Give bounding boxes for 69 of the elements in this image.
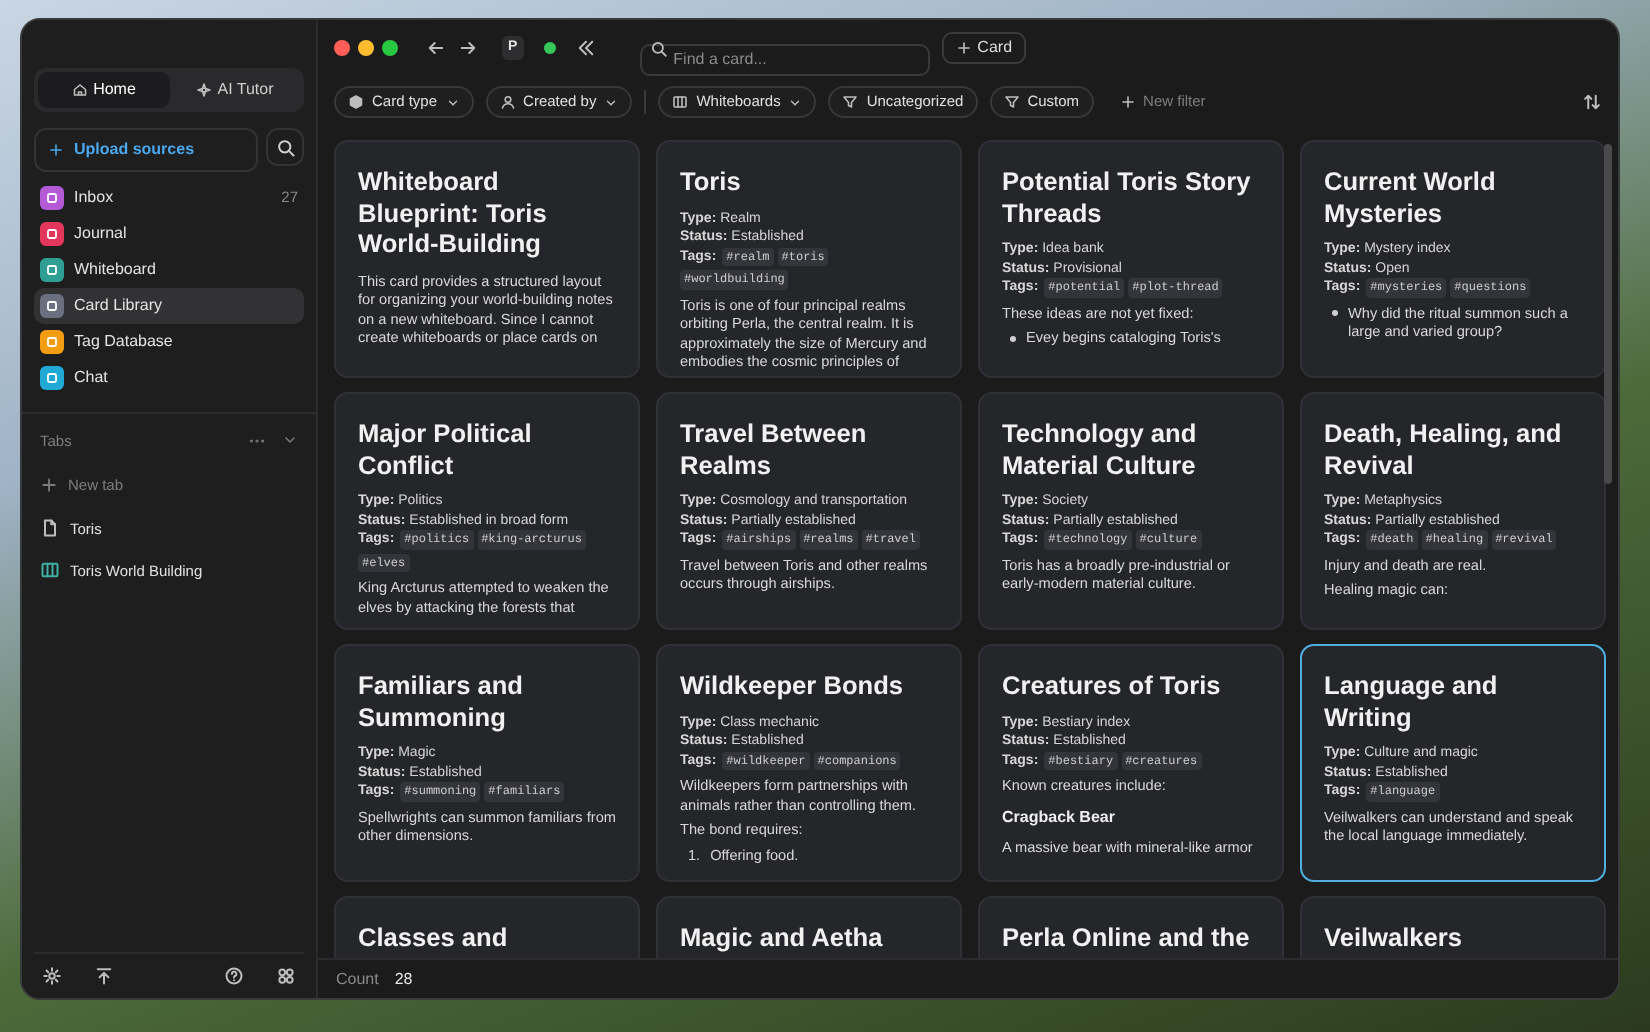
grid-icon[interactable] <box>276 966 296 986</box>
upload-sources-button[interactable]: Upload sources <box>34 128 258 172</box>
person-icon <box>499 94 516 110</box>
document-icon <box>40 518 60 539</box>
status-dot <box>543 42 556 54</box>
plus-icon <box>955 40 972 56</box>
board-icon <box>672 94 689 110</box>
card-title: Death, Healing, and Revival <box>1324 418 1564 480</box>
card[interactable]: Veilwalkers <box>1300 896 1606 958</box>
search-button[interactable] <box>266 128 304 166</box>
bullet-icon <box>1010 335 1016 341</box>
card-title: Veilwalkers <box>1324 922 1465 953</box>
scrollbar[interactable] <box>1604 144 1612 484</box>
collapse-sidebar-icon[interactable] <box>575 38 596 58</box>
settings-icon[interactable] <box>42 966 62 986</box>
sidebar-item[interactable]: Whiteboard <box>34 252 304 288</box>
count-label: Count <box>336 967 379 991</box>
chevron-down-icon <box>445 95 460 109</box>
new-card-button[interactable]: Card <box>941 32 1027 64</box>
back-arrow-icon[interactable] <box>426 38 446 58</box>
forward-arrow-icon[interactable] <box>458 38 478 58</box>
card-title: Creatures of Toris <box>1002 670 1223 701</box>
card-title: Magic and Aetha <box>680 922 885 953</box>
upload-icon[interactable] <box>94 966 114 986</box>
sort-icon[interactable] <box>1582 92 1602 112</box>
chevron-down-icon <box>604 95 619 109</box>
maximize-button[interactable] <box>382 40 398 56</box>
card-title: Whiteboard Blueprint: Toris World-Building <box>358 166 549 259</box>
plus-icon <box>1119 94 1136 110</box>
cube-icon <box>348 94 364 110</box>
search-icon <box>649 40 668 58</box>
count-value: 28 <box>394 967 413 991</box>
plus-icon <box>48 142 64 158</box>
search-icon <box>275 137 295 157</box>
minimize-button[interactable] <box>358 40 374 56</box>
sidebar-item[interactable]: Tag Database <box>34 324 304 360</box>
sidebar-item[interactable]: Card Library <box>34 288 304 324</box>
card-title: Perla Online and the <box>1002 922 1252 953</box>
card[interactable]: Magic and Aetha <box>656 896 962 958</box>
card-title: Familiars and Summoning <box>358 670 525 732</box>
card-title: Potential Toris Story Threads <box>1002 166 1253 228</box>
card-title: Travel Between Realms <box>680 418 869 480</box>
sparkle-icon <box>195 82 212 98</box>
close-button[interactable] <box>334 40 350 56</box>
card[interactable]: Classes and <box>334 896 640 958</box>
mode-tab[interactable]: Home <box>38 72 169 108</box>
card-title: Language and Writing <box>1324 670 1500 732</box>
card[interactable]: Perla Online and the <box>978 896 1284 958</box>
sidebar-item[interactable]: Chat <box>34 360 304 396</box>
card-title: Current World Mysteries <box>1324 166 1498 228</box>
mode-tab[interactable]: AI Tutor <box>169 72 300 108</box>
home-icon <box>71 82 88 98</box>
sidebar-item[interactable]: Journal <box>34 216 304 252</box>
plus-icon <box>40 476 58 495</box>
chevron-down-icon <box>788 95 803 109</box>
card-title: Major Political Conflict <box>358 418 534 480</box>
card[interactable] <box>656 140 962 378</box>
filter-icon <box>1003 94 1020 110</box>
card-title: Toris <box>680 166 743 197</box>
chevron-down-icon[interactable] <box>282 432 298 449</box>
filter-icon <box>842 94 859 110</box>
search-field[interactable]: Find a card... <box>639 43 930 75</box>
card-title: Wildkeeper Bonds <box>680 670 906 701</box>
help-icon[interactable] <box>224 966 244 986</box>
card-title: Classes and <box>358 922 510 953</box>
board-icon <box>40 560 60 581</box>
card-title: Technology and Material Culture <box>1002 418 1199 480</box>
bullet-icon <box>1332 310 1338 316</box>
card-subheading: Cragback Bear <box>1002 805 1117 829</box>
